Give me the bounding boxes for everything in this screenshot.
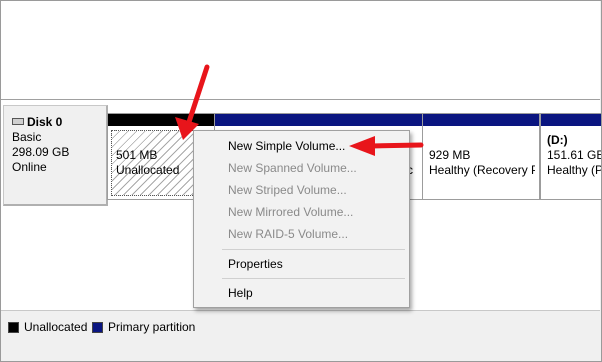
menu-separator xyxy=(222,278,405,279)
legend-label: Primary partition xyxy=(108,320,196,334)
volume-list-pane xyxy=(1,1,600,99)
annotation-arrow-down-icon xyxy=(175,64,210,140)
disk-title-row: Disk 0 xyxy=(12,115,62,130)
disk-size: 298.09 GB xyxy=(12,145,70,159)
menu-item-new-simple-volume[interactable]: New Simple Volume... xyxy=(228,138,345,154)
menu-item-properties[interactable]: Properties xyxy=(228,256,283,272)
annotation-arrow-left-icon xyxy=(349,136,424,156)
partition-size: 151.61 GB xyxy=(547,148,601,162)
primary-header-bar xyxy=(423,114,539,126)
partition-size: 929 MB xyxy=(429,148,471,162)
partition-status: Healthy (Recovery P xyxy=(429,163,535,177)
primary-swatch xyxy=(92,321,103,333)
menu-item-new-raid5-volume[interactable]: New RAID-5 Volume... xyxy=(228,226,348,242)
disk-icon xyxy=(12,118,24,125)
disk-title: Disk 0 xyxy=(27,115,63,129)
menu-item-new-spanned-volume[interactable]: New Spanned Volume... xyxy=(228,160,357,176)
menu-separator xyxy=(222,249,405,250)
legend-label: Unallocated xyxy=(24,320,88,334)
menu-item-help[interactable]: Help xyxy=(228,285,253,301)
partition-size: 501 MB xyxy=(116,148,158,162)
partition-recovery[interactable]: 929 MB Healthy (Recovery P xyxy=(422,113,540,200)
partition-status: Healthy (Pr xyxy=(547,163,601,177)
unallocated-swatch xyxy=(8,321,19,333)
primary-header-bar xyxy=(215,114,422,126)
partition-label: (D:) xyxy=(547,133,568,147)
disk-status: Online xyxy=(12,160,47,174)
legend-primary: Primary partition xyxy=(92,320,195,334)
partition-status: Unallocated xyxy=(116,163,180,177)
primary-header-bar xyxy=(541,114,601,126)
disk-type: Basic xyxy=(12,130,42,144)
menu-item-new-mirrored-volume[interactable]: New Mirrored Volume... xyxy=(228,204,353,220)
partition-d[interactable]: (D:) 151.61 GB Healthy (Pr xyxy=(540,113,601,200)
menu-item-new-striped-volume[interactable]: New Striped Volume... xyxy=(228,182,347,198)
legend-unallocated: Unallocated xyxy=(8,320,87,334)
disk-0-info[interactable]: Disk 0 Basic 298.09 GB Online xyxy=(3,105,108,206)
legend-bar xyxy=(1,310,600,361)
